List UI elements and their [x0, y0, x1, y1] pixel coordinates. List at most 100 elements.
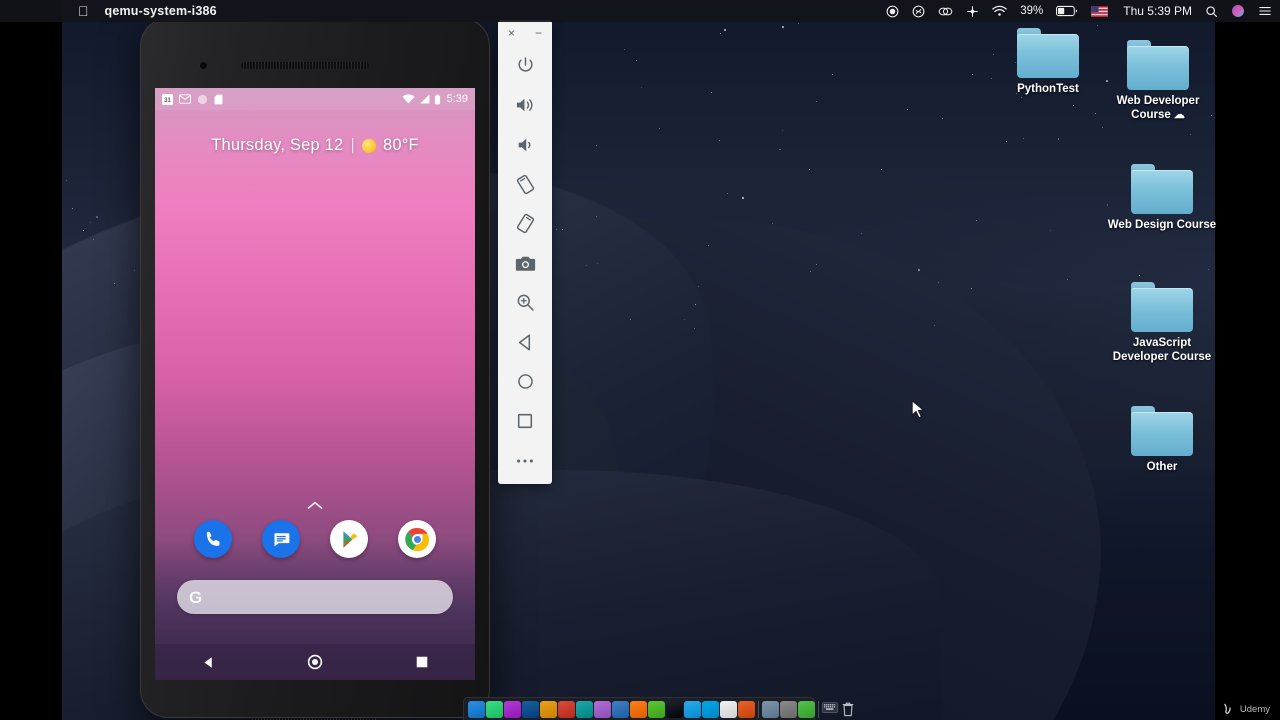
star — [718, 139, 720, 141]
star — [782, 26, 784, 28]
star — [808, 168, 810, 170]
folder-icon — [1131, 164, 1193, 214]
trash-dock-icon[interactable] — [840, 701, 857, 718]
star — [710, 91, 712, 93]
desktop-folder[interactable]: PythonTest — [990, 28, 1106, 96]
firefox-dock-icon[interactable] — [738, 700, 755, 718]
chrome-dock-icon[interactable] — [558, 700, 575, 720]
sublime-text-dock-icon[interactable] — [540, 700, 557, 718]
android-studio-dock-icon[interactable] — [486, 700, 503, 720]
star — [727, 192, 729, 194]
macos-dock[interactable] — [463, 697, 854, 720]
screenshot-file-dock-icon[interactable] — [762, 700, 779, 718]
nav-back-button[interactable] — [188, 644, 228, 680]
home-button[interactable] — [498, 362, 552, 402]
illustrator-dock-icon[interactable] — [630, 700, 647, 718]
skype-dock-icon[interactable] — [702, 700, 719, 718]
opera-dock-icon[interactable] — [576, 700, 593, 720]
keyboard-dock-icon[interactable] — [822, 701, 839, 718]
emulator-toolbar[interactable]: × − — [498, 20, 552, 484]
zoom-button[interactable] — [498, 283, 552, 323]
battery-percent-label: 39% — [1020, 5, 1044, 17]
nav-home-button[interactable] — [295, 644, 335, 680]
rotate-left-button[interactable] — [498, 165, 552, 205]
more-button[interactable] — [498, 441, 552, 481]
play-store-app-icon[interactable] — [330, 520, 368, 558]
back-button[interactable] — [498, 323, 552, 363]
folder-label: PythonTest — [1017, 83, 1079, 95]
apple-menu-icon[interactable]:  — [78, 4, 89, 18]
udemy-logo-icon — [1224, 703, 1231, 714]
power-button[interactable] — [498, 46, 552, 86]
pages-dock-icon[interactable] — [720, 700, 737, 718]
google-search-bar[interactable]: G — [177, 580, 453, 614]
star — [941, 118, 943, 120]
desktop-folder[interactable]: Web Design Course — [1104, 164, 1220, 232]
star — [683, 318, 685, 320]
star — [1005, 140, 1007, 142]
date-weather-widget[interactable]: Thursday, Sep 12 | 80°F — [155, 136, 475, 155]
control-center-icon[interactable] — [1258, 3, 1272, 19]
wifi-icon[interactable] — [992, 3, 1008, 19]
screen-record-icon[interactable] — [886, 3, 899, 19]
vscode-dock-icon[interactable] — [522, 700, 539, 718]
desktop-folder[interactable]: JavaScript Developer Course — [1104, 282, 1220, 364]
battery-icon — [434, 94, 441, 105]
udemy-label: Udemy — [1239, 704, 1270, 715]
overview-button[interactable] — [498, 402, 552, 442]
shazam-icon[interactable] — [912, 3, 925, 19]
star — [779, 148, 781, 151]
desktop-folder[interactable]: Web Developer Course ☁ — [1100, 40, 1216, 122]
folder-icon — [1017, 28, 1079, 78]
phone-app-icon[interactable] — [194, 520, 232, 558]
android-emulator-device[interactable]: 31 5:39 Thursday, Sep 12 | 80°F G — [140, 18, 490, 720]
star — [1189, 134, 1191, 136]
disk-image-dock-icon[interactable] — [780, 700, 797, 718]
gmail-icon — [179, 94, 191, 104]
minimize-icon[interactable]: − — [530, 24, 548, 42]
spotlight-search-icon[interactable] — [1205, 3, 1218, 19]
circle-icon — [197, 94, 208, 105]
screenshot-button[interactable] — [498, 244, 552, 284]
photos-dock-icon[interactable] — [594, 700, 611, 718]
star — [1049, 229, 1051, 231]
volume-down-button[interactable] — [498, 125, 552, 165]
android-status-bar: 31 5:39 — [155, 88, 475, 110]
siri-icon[interactable] — [1231, 3, 1245, 19]
folder-icon — [1131, 282, 1193, 332]
close-icon[interactable]: × — [503, 24, 521, 42]
device-earpiece-speaker — [241, 62, 369, 69]
signal-icon — [419, 94, 430, 104]
reaper-dock-icon[interactable] — [504, 700, 521, 718]
menubar-clock[interactable]: Thu 5:39 PM — [1123, 4, 1192, 18]
messages-app-icon[interactable] — [262, 520, 300, 558]
downloads-folder-dock-icon[interactable] — [798, 700, 815, 718]
active-app-name[interactable]: qemu-system-i386 — [105, 4, 217, 18]
app-drawer-handle[interactable] — [155, 498, 475, 513]
telegram-dock-icon[interactable] — [684, 700, 701, 718]
network-monitor-icon[interactable] — [966, 3, 979, 19]
snagit-dock-icon[interactable] — [648, 700, 665, 718]
keynote-dock-icon[interactable] — [612, 700, 629, 718]
star — [585, 264, 587, 266]
sdcard-icon — [214, 94, 223, 105]
nav-recents-button[interactable] — [402, 644, 442, 680]
android-screen[interactable]: 31 5:39 Thursday, Sep 12 | 80°F G — [155, 88, 475, 680]
terminal-dock-icon[interactable] — [666, 700, 683, 720]
star — [742, 197, 744, 200]
chrome-app-icon[interactable] — [398, 520, 436, 558]
desktop-folder[interactable]: Other — [1104, 406, 1220, 474]
battery-icon[interactable] — [1056, 3, 1078, 19]
star — [1072, 105, 1074, 107]
star — [972, 73, 974, 75]
star — [970, 287, 972, 289]
folder-label: JavaScript Developer Course — [1112, 337, 1212, 363]
star — [1138, 274, 1140, 276]
widget-separator: | — [350, 136, 355, 154]
rotate-right-button[interactable] — [498, 204, 552, 244]
macos-menu-bar[interactable]:  qemu-system-i386 39% — [0, 0, 1280, 22]
creative-cloud-icon[interactable] — [938, 3, 953, 19]
finder-dock-icon[interactable] — [468, 700, 485, 720]
volume-up-button[interactable] — [498, 86, 552, 126]
us-flag-icon[interactable] — [1091, 3, 1109, 19]
